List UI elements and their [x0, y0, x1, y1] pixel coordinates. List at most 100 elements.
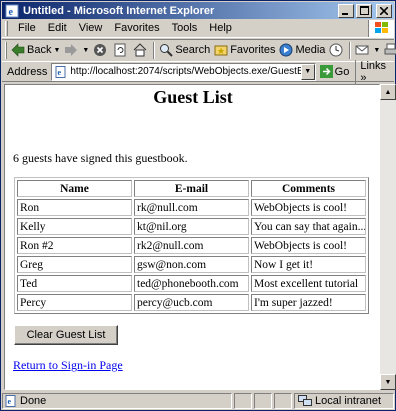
back-label: Back: [27, 44, 52, 56]
table-row: Kelly kt@nil.org You can say that again...: [17, 218, 366, 235]
stop-button[interactable]: [91, 40, 111, 60]
favorites-label: Favorites: [230, 44, 276, 56]
page-done-icon: e: [5, 395, 16, 407]
print-button[interactable]: [382, 40, 396, 60]
page-content: Guest List 6 guests have signed this gue…: [4, 84, 380, 390]
refresh-button[interactable]: [111, 40, 131, 60]
svg-text:e: e: [9, 7, 14, 18]
address-label: Address: [7, 65, 48, 78]
return-to-sign-in-link[interactable]: Return to Sign-in Page: [13, 358, 123, 373]
svg-text:e: e: [58, 68, 62, 77]
status-cell: [234, 393, 252, 409]
toolbar-grip: [5, 41, 7, 59]
clear-guest-list-button[interactable]: Clear Guest List: [14, 325, 118, 345]
table-row: Greg gsw@non.com Now I get it!: [17, 256, 366, 273]
status-cell: [274, 393, 292, 409]
search-button[interactable]: Search: [157, 40, 212, 60]
maximize-button[interactable]: [356, 3, 372, 18]
cell-comments: Now I get it!: [251, 256, 366, 273]
cell-email: ted@phonebooth.com: [134, 275, 249, 292]
scroll-down-button[interactable]: ▼: [380, 374, 396, 390]
cell-name: Ron #2: [17, 237, 132, 254]
column-header-email: E-mail: [134, 180, 249, 197]
menu-file[interactable]: File: [12, 22, 42, 34]
browser-window: e Untitled - Microsoft Internet Explorer…: [0, 0, 396, 411]
menu-bar: File Edit View Favorites Tools Help: [2, 19, 394, 38]
status-main: e Done: [2, 393, 232, 409]
table-row: Ron #2 rk2@null.com WebObjects is cool!: [17, 237, 366, 254]
links-button[interactable]: Links »: [355, 59, 394, 84]
cell-email: percy@ucb.com: [134, 294, 249, 311]
intranet-icon: [298, 395, 312, 406]
address-bar: Address e http://localhost:2074/scripts/…: [2, 59, 394, 84]
menu-view[interactable]: View: [73, 22, 109, 34]
forward-button[interactable]: ▼: [62, 40, 91, 60]
maximize-icon: [359, 6, 369, 15]
minimize-icon: [342, 12, 348, 15]
title-bar: e Untitled - Microsoft Internet Explorer: [2, 2, 394, 19]
mail-dropdown-icon[interactable]: ▼: [373, 47, 380, 54]
status-bar: e Done Local intranet: [2, 392, 394, 410]
history-button[interactable]: [327, 40, 347, 60]
cell-comments: Most excellent tutorial: [251, 275, 366, 292]
search-label: Search: [175, 44, 211, 56]
column-header-name: Name: [17, 180, 132, 197]
cell-name: Greg: [17, 256, 132, 273]
status-cell: [254, 393, 272, 409]
window-title: Untitled - Microsoft Internet Explorer: [23, 4, 215, 17]
scroll-up-button[interactable]: ▲: [380, 84, 396, 100]
cell-name: Ron: [17, 199, 132, 216]
cell-email: gsw@non.com: [134, 256, 249, 273]
guest-table: Name E-mail Comments Ron rk@null.com WebOb…: [14, 177, 369, 314]
svg-text:e: e: [8, 397, 12, 406]
favorites-folder-icon: [214, 45, 228, 56]
table-row: Percy percy@ucb.com I'm super jazzed!: [17, 294, 366, 311]
address-dropdown-icon[interactable]: ▼: [300, 63, 315, 80]
media-button[interactable]: Media: [277, 40, 327, 60]
print-icon: [384, 43, 396, 55]
search-icon: [160, 44, 174, 57]
windows-logo-icon: [368, 19, 394, 37]
forward-dropdown-icon[interactable]: ▼: [82, 47, 89, 54]
cell-name: Kelly: [17, 218, 132, 235]
stop-icon: [94, 44, 107, 56]
cell-name: Percy: [17, 294, 132, 311]
cell-comments: WebObjects is cool!: [251, 237, 366, 254]
back-dropdown-icon[interactable]: ▼: [53, 47, 60, 54]
vertical-scrollbar[interactable]: ▲ ▼: [380, 84, 396, 390]
page-title: Guest List: [153, 87, 233, 107]
column-header-comments: Comments: [251, 180, 366, 197]
address-input[interactable]: e http://localhost:2074/scripts/WebObjec…: [51, 62, 316, 81]
home-button[interactable]: [131, 40, 151, 60]
cell-email: rk2@null.com: [134, 237, 249, 254]
table-row: Ron rk@null.com WebObjects is cool!: [17, 199, 366, 216]
menu-edit[interactable]: Edit: [42, 22, 73, 34]
menu-favorites[interactable]: Favorites: [108, 22, 165, 34]
media-label: Media: [295, 44, 326, 56]
history-icon: [329, 43, 343, 57]
table-row: Ted ted@phonebooth.com Most excellent tuto…: [17, 275, 366, 292]
menu-tools[interactable]: Tools: [166, 22, 204, 34]
guest-count-text: 6 guests have signed this guestbook.: [13, 151, 188, 165]
media-icon: [279, 43, 293, 57]
menu-help[interactable]: Help: [203, 22, 238, 34]
mail-button[interactable]: ▼: [353, 40, 382, 60]
close-button[interactable]: [376, 3, 392, 18]
standard-toolbar: Back ▼ ▼ Search Favorites Media ▼: [2, 39, 396, 60]
back-button[interactable]: Back ▼: [9, 40, 62, 60]
ie-icon: e: [5, 4, 19, 18]
toolbar-separator: [349, 41, 352, 59]
refresh-icon: [114, 43, 126, 57]
page-icon: e: [55, 65, 66, 78]
home-icon: [133, 43, 147, 57]
favorites-button[interactable]: Favorites: [212, 40, 277, 60]
back-arrow-icon: [11, 43, 25, 57]
go-arrow-icon: [319, 65, 333, 78]
cell-email: rk@null.com: [134, 199, 249, 216]
table-header-row: Name E-mail Comments: [17, 180, 366, 197]
cell-comments: You can say that again...: [251, 218, 366, 235]
go-button[interactable]: Go: [319, 65, 349, 78]
minimize-button[interactable]: [338, 3, 354, 18]
cell-name: Ted: [17, 275, 132, 292]
menu-grip: [5, 20, 8, 36]
